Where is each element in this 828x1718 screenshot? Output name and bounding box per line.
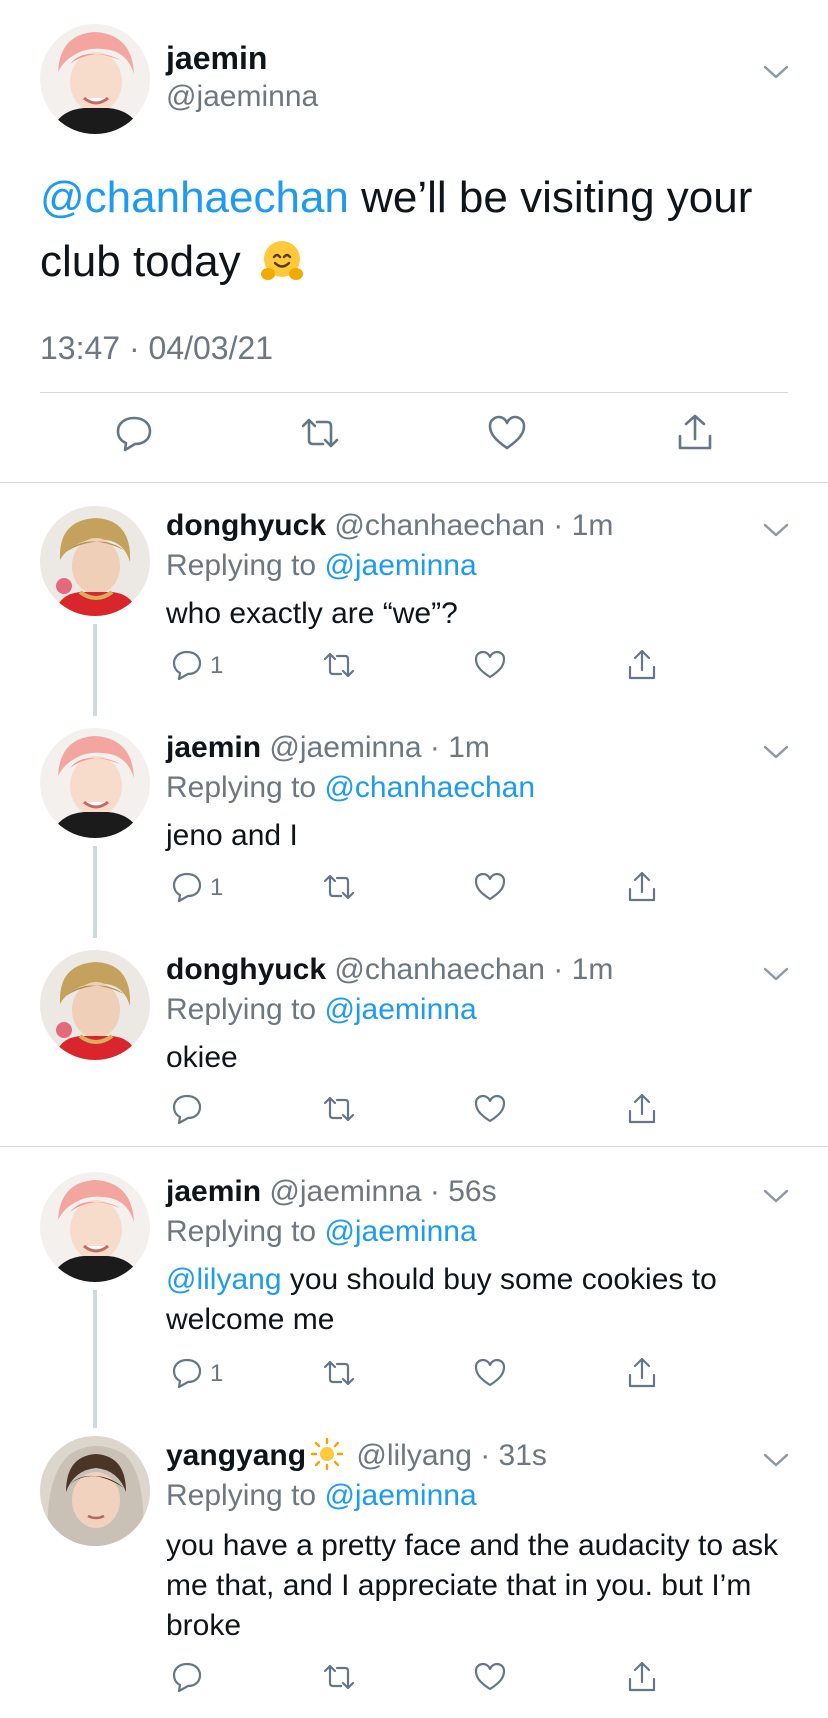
reply-header: donghyuck @chanhaechan · 1m: [166, 950, 613, 990]
avatar-jaemin[interactable]: [40, 24, 150, 134]
retweet-icon[interactable]: [322, 1660, 356, 1694]
reply-meta[interactable]: @chanhaechan · 1m: [334, 953, 613, 986]
author-name[interactable]: jaemin: [166, 40, 267, 77]
reply-count: 1: [210, 652, 224, 679]
retweet-icon[interactable]: [322, 1092, 356, 1126]
replying-to: Replying to @jaeminna: [166, 546, 477, 586]
reply-icon[interactable]: [170, 1092, 204, 1126]
like-icon[interactable]: [473, 1356, 507, 1390]
like-icon[interactable]: [473, 870, 507, 904]
reply-author-name[interactable]: yangyang: [166, 1439, 306, 1472]
share-icon[interactable]: [625, 1660, 659, 1694]
reply-meta[interactable]: @jaeminna · 1m: [269, 731, 490, 764]
tweet-actions: [0, 412, 828, 462]
chevron-down-icon[interactable]: [762, 742, 790, 762]
chevron-down-icon[interactable]: [762, 1186, 790, 1206]
reply-actions: [0, 1092, 828, 1132]
replying-to: Replying to @jaeminna: [166, 1212, 477, 1252]
reply-author-name[interactable]: donghyuck: [166, 953, 326, 986]
reply-actions: [0, 1660, 828, 1700]
chevron-down-icon[interactable]: [762, 964, 790, 984]
replying-label: Replying to: [166, 993, 325, 1026]
reply-header: donghyuck @chanhaechan · 1m: [166, 506, 613, 546]
reply-tweet[interactable]: jaemin @jaeminna · 1m Replying to @chanh…: [0, 728, 828, 938]
share-icon[interactable]: [625, 648, 659, 682]
replying-to: Replying to @jaeminna: [166, 990, 477, 1030]
like-icon[interactable]: [473, 1660, 507, 1694]
replying-mention[interactable]: @jaeminna: [324, 549, 476, 582]
like-icon[interactable]: [486, 412, 528, 454]
replying-mention[interactable]: @jaeminna: [324, 993, 476, 1026]
reply-text: okiee: [166, 1041, 238, 1074]
reply-text: who exactly are “we”?: [166, 597, 458, 630]
replying-label: Replying to: [166, 549, 325, 582]
author-handle[interactable]: @jaeminna: [166, 80, 318, 114]
share-icon[interactable]: [625, 1356, 659, 1390]
share-icon[interactable]: [674, 412, 716, 454]
retweet-icon[interactable]: [322, 648, 356, 682]
retweet-icon[interactable]: [322, 870, 356, 904]
replying-label: Replying to: [166, 771, 325, 804]
like-icon[interactable]: [473, 1092, 507, 1126]
reply-tweet[interactable]: yangyang @lilyang · 31s Replying to @jae…: [0, 1436, 828, 1718]
like-icon[interactable]: [473, 648, 507, 682]
reply-icon[interactable]: [170, 1660, 204, 1694]
mention-link[interactable]: @chanhaechan: [40, 173, 349, 222]
main-tweet: jaemin @jaeminna @chanhaechan we’ll be v…: [0, 0, 828, 482]
replying-mention[interactable]: @jaeminna: [324, 1215, 476, 1248]
reply-tweet[interactable]: donghyuck @chanhaechan · 1m Replying to …: [0, 950, 828, 1150]
share-icon[interactable]: [625, 1092, 659, 1126]
tweet-timestamp[interactable]: 13:47 · 04/03/21: [40, 330, 273, 367]
replying-label: Replying to: [166, 1215, 325, 1248]
tweet-text: @chanhaechan we’ll be visiting your club…: [40, 166, 800, 294]
sun-emoji: [310, 1437, 344, 1471]
reply-tweet[interactable]: jaemin @jaeminna · 56s Replying to @jaem…: [0, 1172, 828, 1428]
reply-meta[interactable]: @lilyang · 31s: [356, 1439, 547, 1472]
replying-mention[interactable]: @jaeminna: [324, 1479, 476, 1512]
retweet-icon[interactable]: [322, 1356, 356, 1390]
avatar-yangyang[interactable]: [40, 1436, 150, 1546]
reply-author-name[interactable]: jaemin: [166, 1175, 261, 1208]
replying-to: Replying to @chanhaechan: [166, 768, 535, 808]
reply-actions: 1: [0, 870, 828, 910]
reply-author-name[interactable]: donghyuck: [166, 509, 326, 542]
replying-label: Replying to: [166, 1479, 325, 1512]
reply-header: jaemin @jaeminna · 56s: [166, 1172, 497, 1212]
replying-mention[interactable]: @chanhaechan: [324, 771, 535, 804]
reply-text: you have a pretty face and the audacity …: [166, 1529, 779, 1642]
reply-icon[interactable]: [170, 648, 204, 682]
chevron-down-icon[interactable]: [762, 62, 790, 82]
mention-link[interactable]: @lilyang: [166, 1263, 282, 1296]
reply-meta[interactable]: @jaeminna · 56s: [269, 1175, 496, 1208]
avatar-jaemin[interactable]: [40, 728, 150, 838]
reply-header: jaemin @jaeminna · 1m: [166, 728, 490, 768]
replying-to: Replying to @jaeminna: [166, 1476, 477, 1516]
reply-count: 1: [210, 1360, 224, 1387]
chevron-down-icon[interactable]: [762, 1450, 790, 1470]
reply-icon[interactable]: [170, 870, 204, 904]
avatar-donghyuck[interactable]: [40, 950, 150, 1060]
section-divider: [0, 482, 828, 483]
reply-icon[interactable]: [113, 412, 155, 454]
divider: [40, 392, 788, 393]
share-icon[interactable]: [625, 870, 659, 904]
reply-text: @lilyang you should buy some cookies to …: [166, 1260, 786, 1340]
reply-author-name[interactable]: jaemin: [166, 731, 261, 764]
chevron-down-icon[interactable]: [762, 520, 790, 540]
reply-tweet[interactable]: donghyuck @chanhaechan · 1m Replying to …: [0, 506, 828, 716]
avatar-donghyuck[interactable]: [40, 506, 150, 616]
reply-text: jeno and I: [166, 819, 298, 852]
reply-icon[interactable]: [170, 1356, 204, 1390]
reply-meta[interactable]: @chanhaechan · 1m: [334, 509, 613, 542]
hugging-face-emoji: [260, 241, 303, 280]
avatar-jaemin[interactable]: [40, 1172, 150, 1282]
reply-header: yangyang @lilyang · 31s: [166, 1436, 547, 1476]
reply-actions: 1: [0, 1356, 828, 1396]
reply-count: 1: [210, 874, 224, 901]
section-divider: [0, 1146, 828, 1147]
reply-actions: 1: [0, 648, 828, 688]
retweet-icon[interactable]: [299, 412, 341, 454]
